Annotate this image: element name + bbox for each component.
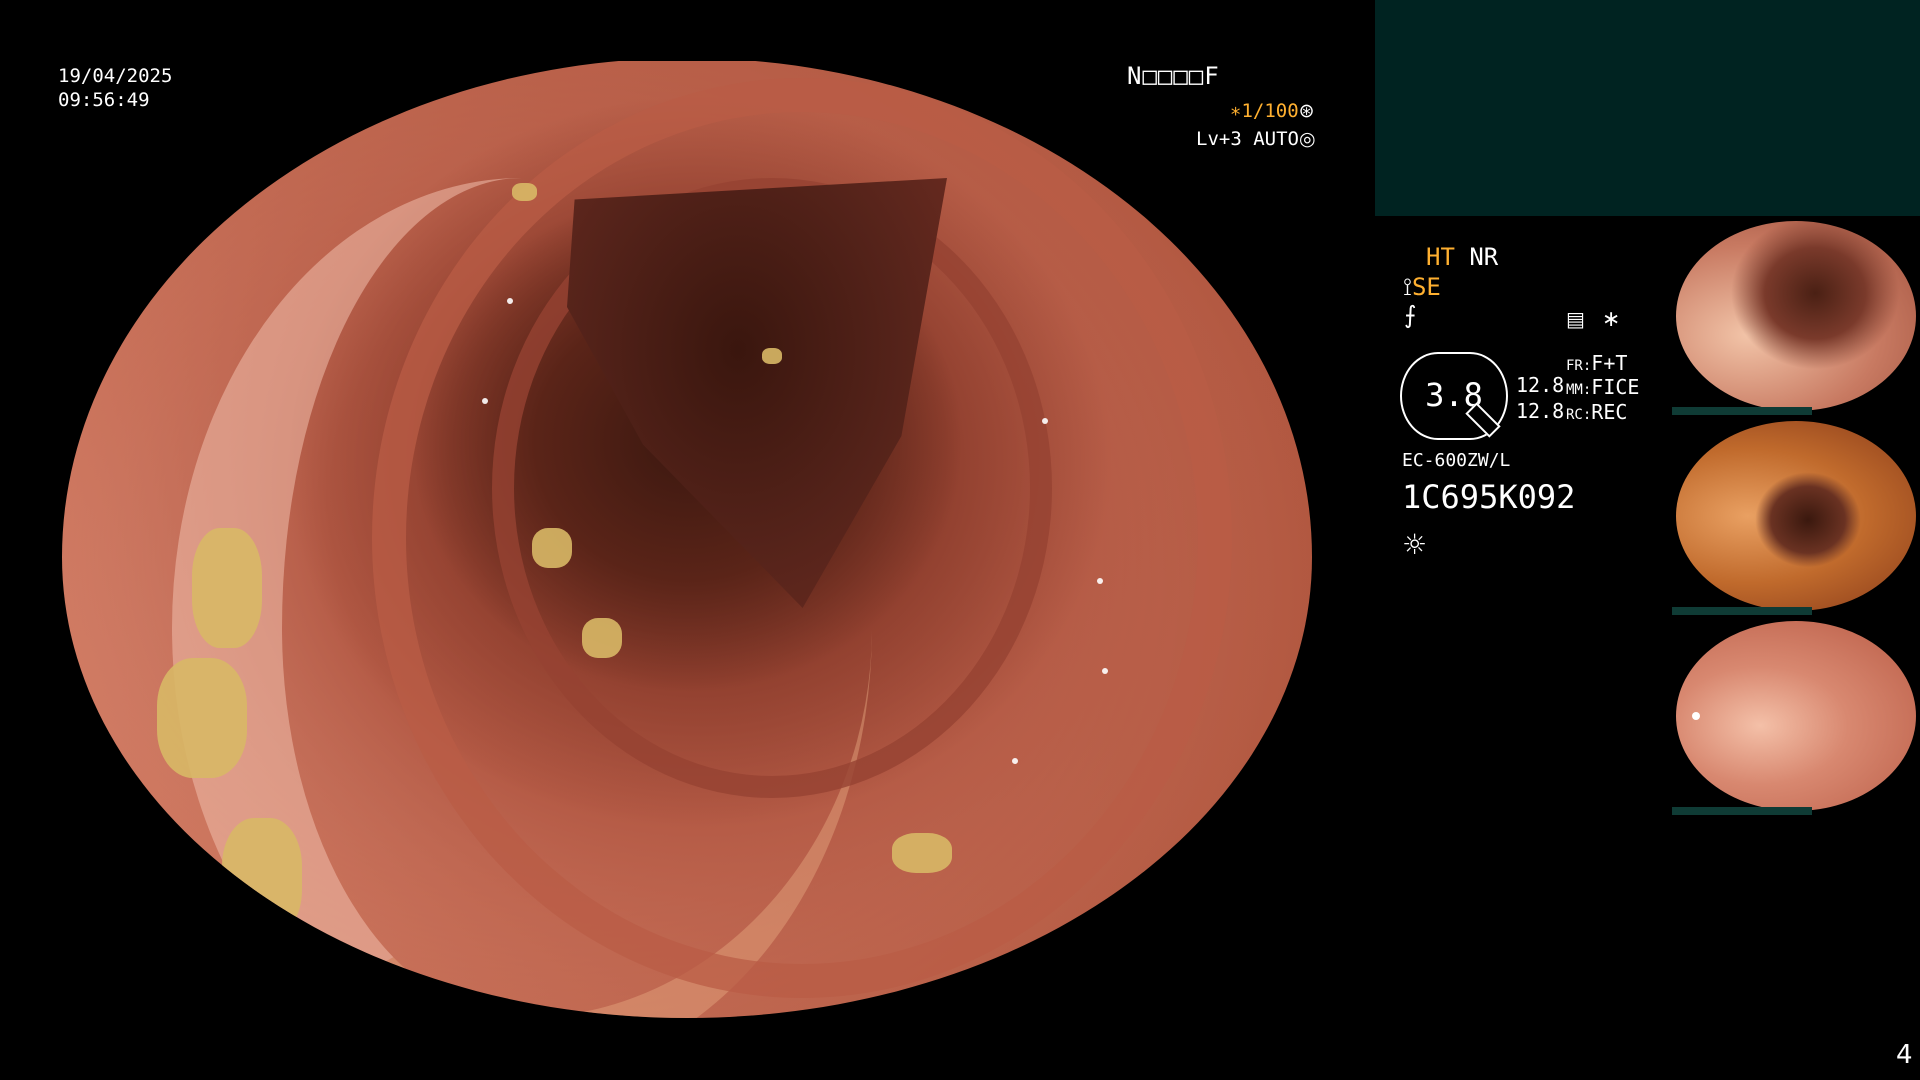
zoom-value: 3.8 [1425,376,1483,414]
aperture-icon: ⊛ [1298,100,1315,122]
value-2: 12.8 [1516,399,1565,423]
reflection [1692,712,1700,720]
thumbnail-status-bar [1672,407,1812,415]
debris [762,348,782,364]
mm-key: MM: [1566,382,1592,398]
fr-value: F+T [1591,351,1628,375]
ht-nr-status: HT NR [1426,243,1498,271]
page-number: 4 [1896,1040,1913,1070]
captured-image-thumbnail[interactable] [1672,417,1920,615]
rc-value: REC [1591,400,1628,424]
fr-key: FR: [1566,358,1592,374]
star-icon: ∗ [1602,307,1621,332]
reflection [1012,758,1018,764]
time: 09:56:49 [58,89,150,111]
debris [892,833,952,873]
se-status: ⟟SE [1403,273,1441,301]
ht-label: HT [1426,243,1455,271]
light-source-icon: ☼ [1402,528,1428,561]
thumbnail-status-bar [1672,807,1812,815]
record-icon: ▤ [1566,307,1585,331]
reflection [482,398,488,404]
zoom-badge: 3.8 [1400,352,1508,440]
thumbnail-image [1676,221,1916,411]
date: 19/04/2025 [58,65,173,87]
debris [157,658,247,778]
rc-setting: RC:REC [1566,400,1627,424]
reflection [1042,418,1048,424]
rc-key: RC: [1566,407,1592,423]
fr-setting: FR:F+T [1566,351,1627,375]
debris [532,528,572,568]
debris [582,618,622,658]
thumbnail-image [1676,421,1916,611]
thumbnail-status-bar [1672,607,1812,615]
thumbnail-image [1676,621,1916,811]
mm-value: FICE [1591,375,1640,399]
info-panel [1375,0,1920,216]
shutter-speed: ∗1/100⊛ [1230,100,1315,122]
debris [512,183,537,201]
shutter-value: ∗1/100 [1230,100,1299,122]
scope-model: EC-600ZW/L [1402,450,1511,471]
patient-id: N□□□□F [1127,62,1220,90]
iris-icon: ◎ [1298,128,1316,150]
value-1: 12.8 [1516,373,1565,397]
reflection [507,298,513,304]
function-icon: ⨍ [1404,301,1417,329]
mm-setting: MM:FICE [1566,375,1639,399]
captured-image-thumbnail[interactable] [1672,617,1920,815]
debris [222,818,302,938]
reflection [1097,578,1103,584]
captured-image-thumbnail[interactable] [1672,217,1920,415]
brightness-level: Lv+3 AUTO◎ [1196,128,1316,150]
date-time: 19/04/2025 09:56:49 [58,64,172,112]
nr-label: NR [1469,243,1499,271]
se-label: SE [1411,273,1441,301]
debris [192,528,262,648]
level-value: Lv+3 AUTO [1196,128,1299,150]
structure-enhance-icon: ⟟ [1403,273,1412,301]
scope-serial: 1C695K092 [1402,478,1576,516]
reflection [1102,668,1108,674]
endoscope-live-view [62,61,1312,1018]
